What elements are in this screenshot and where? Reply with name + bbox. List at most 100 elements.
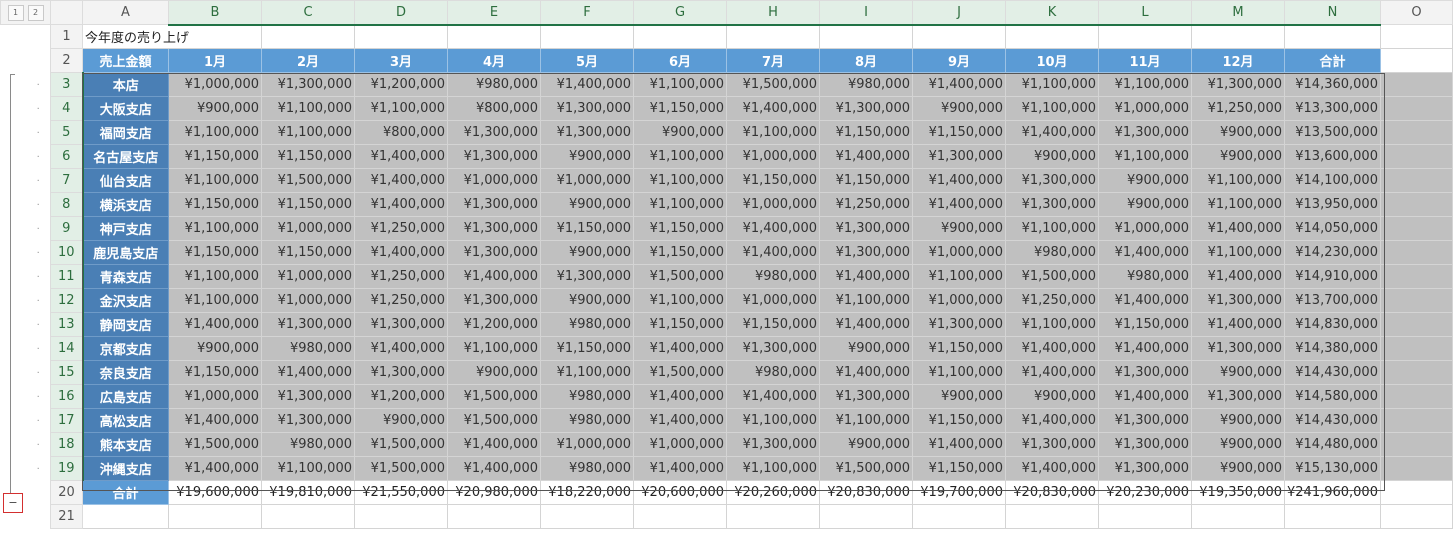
sales-value-cell[interactable]: ¥1,100,000 — [261, 96, 355, 121]
sales-value-cell[interactable]: ¥1,000,000 — [726, 192, 820, 217]
sales-value-cell[interactable]: ¥1,400,000 — [1191, 312, 1285, 337]
total-label-cell[interactable]: 合計 — [82, 480, 169, 505]
column-header-A[interactable]: A — [82, 0, 169, 25]
sales-value-cell[interactable]: ¥1,400,000 — [819, 144, 913, 169]
row-header-9[interactable]: 9 — [50, 216, 84, 241]
sales-value-cell[interactable]: ¥1,100,000 — [1005, 96, 1099, 121]
select-all-corner[interactable] — [50, 0, 83, 25]
row-total-cell[interactable]: ¥14,230,000 — [1284, 240, 1381, 265]
sales-value-cell[interactable]: ¥1,400,000 — [1191, 216, 1285, 241]
empty-cell[interactable] — [1379, 216, 1453, 241]
empty-cell[interactable] — [1005, 24, 1099, 49]
empty-cell[interactable] — [1005, 504, 1099, 529]
row-total-cell[interactable]: ¥14,830,000 — [1284, 312, 1381, 337]
sales-value-cell[interactable]: ¥1,300,000 — [912, 312, 1006, 337]
branch-name-cell[interactable]: 横浜支店 — [82, 192, 169, 217]
sales-value-cell[interactable]: ¥1,100,000 — [819, 288, 913, 313]
sales-value-cell[interactable]: ¥1,100,000 — [168, 168, 262, 193]
row-header-6[interactable]: 6 — [50, 144, 84, 169]
outline-level-1-button[interactable]: 1 — [7, 5, 24, 21]
empty-cell[interactable] — [1284, 24, 1381, 49]
column-header-O[interactable]: O — [1379, 0, 1453, 25]
sales-value-cell[interactable]: ¥1,100,000 — [1005, 312, 1099, 337]
sales-value-cell[interactable]: ¥1,000,000 — [168, 384, 262, 409]
sales-value-cell[interactable]: ¥1,150,000 — [726, 168, 820, 193]
sales-value-cell[interactable]: ¥1,100,000 — [633, 144, 727, 169]
month-header-cell[interactable]: 11月 — [1098, 48, 1192, 73]
row-header-4[interactable]: 4 — [50, 96, 84, 121]
sales-value-cell[interactable]: ¥1,400,000 — [819, 312, 913, 337]
sales-value-cell[interactable]: ¥1,300,000 — [540, 120, 634, 145]
sales-value-cell[interactable]: ¥1,000,000 — [1098, 96, 1192, 121]
sales-value-cell[interactable]: ¥1,500,000 — [168, 432, 262, 457]
sales-value-cell[interactable]: ¥1,400,000 — [540, 72, 634, 97]
empty-cell[interactable] — [1284, 504, 1381, 529]
sales-value-cell[interactable]: ¥980,000 — [261, 336, 355, 361]
month-total-cell[interactable]: ¥21,550,000 — [354, 480, 448, 505]
sales-value-cell[interactable]: ¥1,100,000 — [819, 408, 913, 433]
sales-value-cell[interactable]: ¥900,000 — [1191, 360, 1285, 385]
branch-name-cell[interactable]: 熊本支店 — [82, 432, 169, 457]
sales-value-cell[interactable]: ¥1,300,000 — [540, 264, 634, 289]
branch-name-cell[interactable]: 大阪支店 — [82, 96, 169, 121]
row-header-21[interactable]: 21 — [50, 504, 83, 529]
empty-cell[interactable] — [354, 504, 448, 529]
row-total-cell[interactable]: ¥13,300,000 — [1284, 96, 1381, 121]
row-total-cell[interactable]: ¥14,360,000 — [1284, 72, 1381, 97]
branch-name-cell[interactable]: 名古屋支店 — [82, 144, 169, 169]
empty-cell[interactable] — [1379, 120, 1453, 145]
sales-value-cell[interactable]: ¥1,400,000 — [354, 144, 448, 169]
sales-value-cell[interactable]: ¥1,100,000 — [1005, 216, 1099, 241]
sales-value-cell[interactable]: ¥1,150,000 — [261, 192, 355, 217]
row-header-19[interactable]: 19 — [50, 456, 84, 481]
empty-cell[interactable] — [1379, 504, 1453, 529]
sales-value-cell[interactable]: ¥900,000 — [1191, 120, 1285, 145]
sales-value-cell[interactable]: ¥900,000 — [1098, 168, 1192, 193]
empty-cell[interactable] — [1379, 24, 1453, 49]
row-header-5[interactable]: 5 — [50, 120, 84, 145]
sales-value-cell[interactable]: ¥1,100,000 — [633, 72, 727, 97]
header-label-cell[interactable]: 売上金額 — [82, 48, 169, 73]
sales-value-cell[interactable]: ¥1,400,000 — [726, 216, 820, 241]
empty-cell[interactable] — [1379, 192, 1453, 217]
sales-value-cell[interactable]: ¥1,400,000 — [261, 360, 355, 385]
sales-value-cell[interactable]: ¥1,400,000 — [1191, 264, 1285, 289]
sales-value-cell[interactable]: ¥1,000,000 — [1098, 216, 1192, 241]
empty-cell[interactable] — [1379, 144, 1453, 169]
month-header-cell[interactable]: 6月 — [633, 48, 727, 73]
sales-value-cell[interactable]: ¥980,000 — [1005, 240, 1099, 265]
empty-cell[interactable] — [1379, 48, 1453, 73]
sales-value-cell[interactable]: ¥1,000,000 — [912, 240, 1006, 265]
empty-cell[interactable] — [819, 504, 913, 529]
sales-value-cell[interactable]: ¥1,500,000 — [819, 456, 913, 481]
empty-cell[interactable] — [168, 504, 262, 529]
sales-value-cell[interactable]: ¥1,150,000 — [633, 216, 727, 241]
sales-value-cell[interactable]: ¥1,100,000 — [726, 456, 820, 481]
row-total-cell[interactable]: ¥14,910,000 — [1284, 264, 1381, 289]
sales-value-cell[interactable]: ¥1,300,000 — [1191, 336, 1285, 361]
row-total-cell[interactable]: ¥13,600,000 — [1284, 144, 1381, 169]
sales-value-cell[interactable]: ¥900,000 — [1191, 432, 1285, 457]
sales-value-cell[interactable]: ¥1,400,000 — [1005, 360, 1099, 385]
month-header-cell[interactable]: 5月 — [540, 48, 634, 73]
month-header-cell[interactable]: 3月 — [354, 48, 448, 73]
row-header-2[interactable]: 2 — [50, 48, 83, 73]
sales-value-cell[interactable]: ¥1,100,000 — [726, 408, 820, 433]
row-header-15[interactable]: 15 — [50, 360, 84, 385]
outline-level-2-button[interactable]: 2 — [27, 5, 44, 21]
sales-value-cell[interactable]: ¥1,300,000 — [1098, 408, 1192, 433]
row-header-16[interactable]: 16 — [50, 384, 84, 409]
row-total-cell[interactable]: ¥14,430,000 — [1284, 408, 1381, 433]
sales-value-cell[interactable]: ¥1,100,000 — [912, 360, 1006, 385]
sales-value-cell[interactable]: ¥1,300,000 — [1191, 288, 1285, 313]
sales-value-cell[interactable]: ¥1,500,000 — [261, 168, 355, 193]
month-total-cell[interactable]: ¥19,600,000 — [168, 480, 262, 505]
sales-value-cell[interactable]: ¥1,150,000 — [168, 240, 262, 265]
sales-value-cell[interactable]: ¥1,200,000 — [447, 312, 541, 337]
empty-cell[interactable] — [1379, 96, 1453, 121]
empty-cell[interactable] — [1379, 264, 1453, 289]
month-total-cell[interactable]: ¥18,220,000 — [540, 480, 634, 505]
empty-cell[interactable] — [1098, 504, 1192, 529]
sales-value-cell[interactable]: ¥1,400,000 — [1005, 336, 1099, 361]
sales-value-cell[interactable]: ¥900,000 — [1005, 384, 1099, 409]
